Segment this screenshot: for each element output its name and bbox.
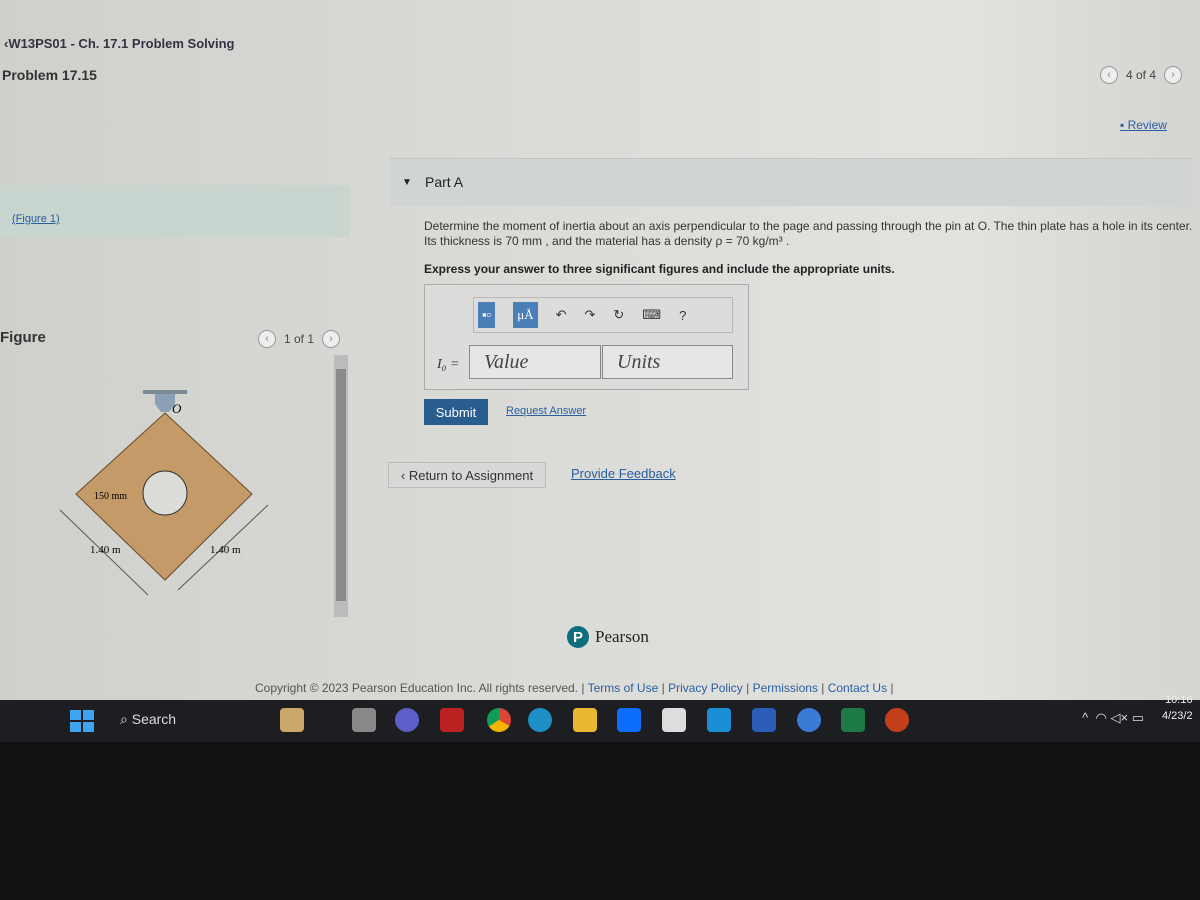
solidworks-icon[interactable] — [440, 708, 464, 732]
volume-muted-icon[interactable]: ◁× — [1110, 710, 1128, 725]
battery-icon[interactable]: ▭ — [1132, 710, 1144, 725]
undo-icon[interactable]: ↶ — [556, 307, 567, 323]
pearson-logo: P Pearson — [567, 626, 649, 648]
return-to-assignment-button[interactable]: ‹ Return to Assignment — [388, 462, 546, 488]
pager-text: 4 of 4 — [1125, 68, 1156, 82]
figure-link[interactable]: (Figure 1) — [12, 213, 60, 225]
units-symbol-button[interactable]: μÅ — [513, 302, 538, 328]
brand-name: Pearson — [595, 627, 649, 646]
dropbox-icon[interactable] — [617, 708, 641, 732]
wifi-icon[interactable]: ◠ — [1096, 710, 1107, 725]
browser-page: ‹W13PS01 - Ch. 17.1 Problem Solving Prob… — [0, 0, 1200, 700]
breadcrumb-text: W13PS01 - Ch. 17.1 Problem Solving — [8, 36, 235, 51]
word-icon[interactable] — [752, 708, 776, 732]
templates-icon[interactable]: ▪▫ — [478, 302, 496, 328]
reset-icon[interactable]: ↻ — [613, 307, 624, 323]
figure-heading: Figure — [0, 329, 46, 346]
windows-start-icon[interactable] — [70, 710, 94, 732]
terms-link[interactable]: Terms of Use — [588, 681, 659, 695]
review-text: Review — [1127, 118, 1167, 132]
question-body: Determine the moment of inertia about an… — [424, 219, 1193, 248]
part-a-header[interactable]: ▼ Part A — [390, 158, 1192, 206]
redo-icon[interactable]: ↷ — [584, 307, 595, 323]
taskbar-search[interactable]: ⌕ Search — [120, 711, 176, 728]
io-label: I₀ = — [437, 357, 460, 372]
request-answer-link[interactable]: Request Answer — [506, 405, 586, 417]
part-title: Part A — [425, 174, 464, 190]
clock-time: 10:16 — [1165, 694, 1193, 706]
submit-button[interactable]: Submit — [424, 399, 488, 425]
next-figure-button[interactable]: › — [322, 330, 341, 348]
collapse-icon: ▼ — [402, 177, 412, 188]
hole-dimension: 150 mm — [94, 491, 127, 502]
figure-link-bar — [0, 185, 350, 237]
taskbar-clock[interactable]: 10:16 4/23/2 — [1162, 692, 1193, 724]
figure-pager: ‹ 1 of 1 › — [258, 330, 341, 348]
plate-figure: O 150 mm 1.40 m 1.40 m — [59, 390, 269, 596]
taskbar: ⌕ Search ^ ◠ ◁× ▭ — [0, 700, 1200, 742]
review-link[interactable]: ▪ Review — [1120, 118, 1167, 132]
figure-scrollbar[interactable] — [334, 355, 348, 617]
mail-icon[interactable] — [707, 708, 731, 732]
excel-icon[interactable] — [841, 708, 865, 732]
units-input[interactable]: Units — [602, 345, 733, 379]
scrollbar-thumb[interactable] — [336, 369, 346, 601]
chrome-icon[interactable] — [487, 708, 511, 732]
left-side-dimension: 1.40 m — [90, 544, 121, 556]
meet-icon[interactable] — [395, 708, 419, 732]
store-icon[interactable] — [662, 708, 686, 732]
answer-box: ▪▫ μÅ ↶ ↷ ↻ ⌨ ? I₀ = Value Units — [424, 284, 749, 390]
task-view-icon[interactable] — [352, 708, 376, 732]
return-text: Return to Assignment — [408, 467, 534, 483]
right-side-dimension: 1.40 m — [210, 544, 241, 556]
help-icon[interactable]: ? — [679, 308, 686, 323]
pin-support — [143, 390, 187, 394]
chevron-up-icon[interactable]: ^ — [1082, 710, 1088, 725]
pin-label: O — [172, 401, 182, 416]
prev-figure-button[interactable]: ‹ — [258, 330, 276, 348]
edge-icon[interactable] — [528, 708, 552, 732]
instruction-text: Express your answer to three significant… — [424, 262, 895, 276]
next-problem-button[interactable]: › — [1164, 66, 1182, 84]
question-text: Determine the moment of inertia about an… — [424, 219, 1194, 277]
file-explorer-icon[interactable] — [573, 708, 597, 732]
privacy-link[interactable]: Privacy Policy — [668, 681, 743, 695]
prev-problem-button[interactable]: ‹ — [1099, 66, 1118, 84]
powerpoint-icon[interactable] — [885, 708, 909, 732]
copilot-icon[interactable] — [797, 708, 821, 732]
widgets-icon[interactable] — [280, 708, 304, 732]
copyright-text: Copyright © 2023 Pearson Education Inc. … — [255, 681, 579, 695]
copyright-footer: Copyright © 2023 Pearson Education Inc. … — [255, 681, 894, 695]
contact-link[interactable]: Contact Us — [828, 681, 887, 695]
clock-date: 4/23/2 — [1162, 710, 1193, 722]
system-tray[interactable]: ^ ◠ ◁× ▭ — [1082, 710, 1144, 726]
permissions-link[interactable]: Permissions — [753, 681, 818, 695]
pearson-p-icon: P — [567, 626, 589, 648]
problem-title: Problem 17.15 — [2, 67, 97, 83]
figure-pager-text: 1 of 1 — [284, 332, 315, 346]
problem-pager: ‹ 4 of 4 › — [1099, 66, 1182, 84]
provide-feedback-link[interactable]: Provide Feedback — [571, 466, 676, 481]
math-toolbar: ▪▫ μÅ ↶ ↷ ↻ ⌨ ? — [473, 297, 733, 333]
assignment-breadcrumb[interactable]: ‹W13PS01 - Ch. 17.1 Problem Solving — [4, 36, 234, 51]
search-label: Search — [131, 711, 177, 727]
keyboard-icon[interactable]: ⌨ — [642, 307, 661, 323]
value-input[interactable]: Value — [469, 345, 601, 379]
center-hole — [142, 470, 188, 516]
